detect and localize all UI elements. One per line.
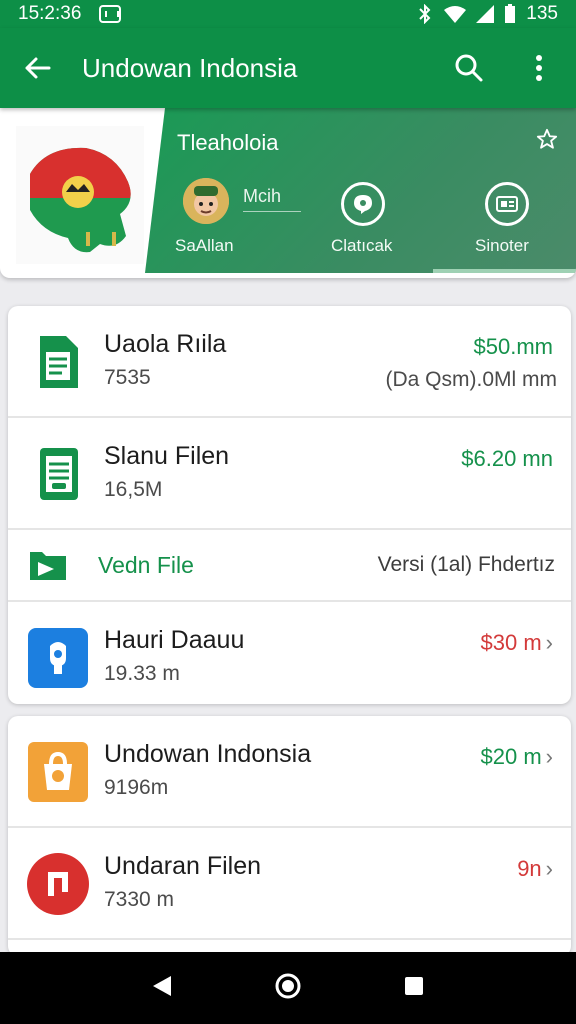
id-card-icon: [496, 196, 518, 212]
folder-icon: [28, 548, 68, 587]
triangle-back-icon: [152, 975, 171, 996]
file-name: Uaola Rıila: [104, 330, 227, 358]
chevron-right-icon: ›: [545, 630, 553, 655]
stat-label-3: Sinoter: [475, 236, 529, 255]
app-size: 9196m: [104, 776, 169, 799]
file-size: 16,5M: [104, 478, 163, 501]
page-title: Undowan Indonsia: [82, 52, 298, 83]
more-vertical-icon: [536, 55, 542, 81]
app-bar: Undowan Indonsia: [0, 28, 576, 108]
cell-signal-icon: [476, 5, 495, 23]
more-options-button[interactable]: [522, 51, 556, 85]
profile-logo: [16, 126, 144, 264]
stat-label-2: Clatıcak: [331, 236, 393, 255]
bag-orange-icon: [26, 740, 90, 804]
battery-level: 135: [526, 3, 558, 24]
file-name: Slanu Filen: [104, 442, 230, 470]
profile-card: Tleaholoia Mcih SaAllan Clatıcak Sinoter: [0, 108, 576, 278]
nav-back-button[interactable]: [151, 974, 173, 1003]
list-item[interactable]: Slanu Filen 16,5M $6.20 mn: [8, 418, 571, 530]
file-detail: (Da Qsm).0Ml mm: [385, 368, 558, 391]
wifi-icon: [444, 6, 467, 23]
battery-icon: [505, 4, 516, 23]
file-name: Hauri Daauu: [104, 626, 245, 654]
circle-home-icon: [275, 973, 301, 998]
folder-version: Versi (1al) Fhdertız: [377, 553, 555, 576]
chevron-right-icon: ›: [545, 856, 553, 881]
app-price: $20 m ›: [480, 744, 553, 769]
app-size: 7330 m: [104, 888, 175, 911]
app-blue-icon: [26, 626, 90, 690]
arrow-left-icon: [25, 57, 51, 79]
folder-item[interactable]: Vedn File Versi (1al) Fhdertız: [8, 530, 571, 602]
app-price: 9n ›: [517, 856, 553, 881]
favorite-button[interactable]: [536, 128, 558, 155]
app-name: Undowan Indonsia: [104, 740, 312, 768]
app-name: Undaran Filen: [104, 852, 262, 880]
list-item[interactable]: Undowan Indonsia 9196m $20 m ›: [8, 716, 571, 828]
avatar[interactable]: [183, 178, 229, 224]
chevron-right-icon: ›: [545, 744, 553, 769]
nav-recents-button[interactable]: [403, 975, 425, 1002]
document-button[interactable]: [485, 182, 529, 226]
status-time: 15:2:36: [18, 3, 82, 24]
file-price: $6.20 mn: [461, 446, 553, 471]
document-icon: [26, 330, 90, 394]
avatar-face-icon: [183, 178, 229, 224]
chat-button[interactable]: [341, 182, 385, 226]
notification-icon: [99, 5, 122, 23]
file-price: $50.mm: [473, 334, 553, 359]
selected-tab-indicator: [433, 269, 576, 273]
chat-icon: [354, 195, 372, 214]
star-icon: [536, 128, 558, 149]
bluetooth-icon: [419, 4, 431, 24]
system-navigation-bar: [0, 952, 576, 1024]
app-red-icon: [26, 852, 90, 916]
document-icon: [26, 442, 90, 506]
nav-home-button[interactable]: [274, 972, 302, 1005]
file-size: 19.33 m: [104, 662, 180, 685]
status-bar: 15:2:36 135: [0, 0, 576, 28]
file-price: $30 m ›: [480, 630, 553, 655]
list-item[interactable]: Undaran Filen 7330 m 9n ›: [8, 828, 571, 940]
search-button[interactable]: [452, 51, 486, 85]
file-list: Uaola Rıila 7535 $50.mm (Da Qsm).0Ml mm …: [8, 306, 571, 704]
indonesia-map-logo-icon: [30, 147, 131, 253]
profile-header-panel: Tleaholoia Mcih SaAllan Clatıcak Sinoter: [145, 108, 576, 273]
file-size: 7535: [104, 366, 151, 389]
back-button[interactable]: [20, 51, 54, 85]
profile-subname: Mcih: [243, 186, 301, 212]
status-icons: 135: [416, 3, 558, 25]
app-list: Undowan Indonsia 9196m $20 m › Undaran Fi…: [8, 716, 571, 956]
search-icon: [455, 54, 483, 82]
profile-name: Tleaholoia: [177, 130, 279, 155]
square-recents-icon: [405, 976, 424, 995]
list-item[interactable]: Hauri Daauu 19.33 m $30 m ›: [8, 602, 571, 714]
stat-label-1: SaAllan: [175, 236, 234, 255]
folder-name: Vedn File: [98, 552, 194, 578]
list-item[interactable]: Uaola Rıila 7535 $50.mm (Da Qsm).0Ml mm: [8, 306, 571, 418]
